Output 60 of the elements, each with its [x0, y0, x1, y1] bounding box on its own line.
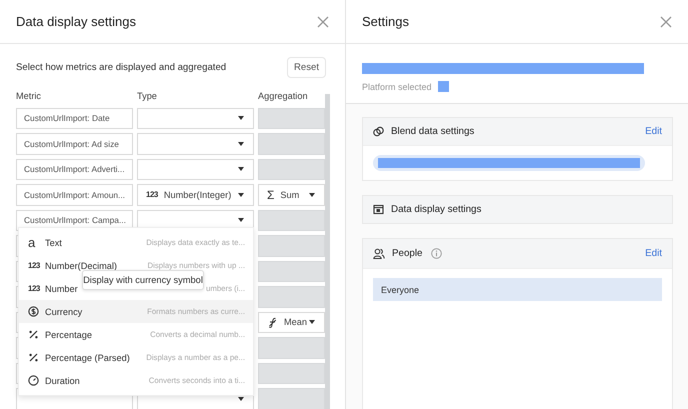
metric-field[interactable]: CustomUrlImport: Ad size [16, 133, 133, 154]
metric-field[interactable]: CustomUrlImport: Adverti... [16, 158, 133, 180]
caret-icon [238, 192, 244, 197]
card-title: Blend data settings [391, 126, 474, 137]
menu-item-label: Currency [45, 306, 82, 316]
aggregation-value: Sum [280, 190, 300, 200]
source-chip[interactable] [373, 155, 645, 171]
clock-icon [28, 375, 39, 386]
edit-link[interactable]: Edit [645, 248, 662, 259]
card-title: People [392, 248, 423, 259]
card-title: Data display settings [391, 204, 482, 215]
panel-title: Data display settings [16, 14, 136, 29]
caret-icon [238, 116, 244, 120]
letter-icon: a [28, 235, 36, 250]
type-value: Number(Integer) [164, 190, 232, 200]
menu-item-label: Percentage [45, 330, 92, 340]
column-header: Metric [16, 90, 42, 102]
number-icon: 123 [28, 261, 40, 270]
panel-title: Settings [362, 14, 409, 29]
caret-icon [238, 167, 244, 172]
menu-item-label: Percentage (Parsed) [45, 352, 130, 362]
menu-item-label: Number(Decimal) [45, 260, 117, 270]
caret-icon [309, 320, 315, 324]
reset-button[interactable]: Reset [286, 56, 326, 78]
people-icon [373, 248, 385, 259]
percent-icon [28, 352, 39, 363]
sigma-icon: Σ [267, 188, 274, 202]
type-dropdown[interactable] [137, 133, 254, 154]
column-header: Type [137, 90, 158, 103]
redacted-bar [438, 81, 449, 92]
metric-field[interactable]: CustomUrlImport: Amoun... [16, 184, 133, 206]
menu-item-label: Duration [45, 376, 80, 386]
caret-icon [309, 192, 315, 197]
type-dropdown[interactable]: 123 Number(Integer) [137, 184, 254, 206]
number-icon: 123 [28, 284, 40, 293]
aggregation-dropdown[interactable]: Σ Sum [258, 184, 325, 206]
instruction-text: Select how metrics are displayed and aggregated [16, 62, 226, 72]
number-icon: 123 [146, 190, 158, 200]
function-icon [267, 316, 278, 328]
column-header: Aggregation [258, 90, 309, 103]
platform-label: Platform selected [362, 82, 432, 92]
percent-icon [28, 329, 39, 340]
aggregation-dropdown[interactable]: Mean [258, 312, 325, 333]
aggregation-value: Mean [284, 317, 307, 328]
list-item[interactable]: Everyone [373, 278, 662, 301]
table-icon [373, 204, 384, 215]
metric-field[interactable]: CustomUrlImport: Date [16, 108, 133, 129]
close-icon[interactable] [317, 16, 329, 28]
link-icon [373, 126, 384, 137]
tooltip: Display with currency symbol [82, 270, 204, 290]
menu-item-label: Text [45, 238, 62, 248]
scrollbar[interactable] [325, 94, 330, 409]
caret-icon [238, 142, 244, 146]
edit-link[interactable]: Edit [645, 126, 662, 137]
caret-icon [238, 218, 244, 222]
close-icon[interactable] [660, 16, 672, 28]
dollar-icon [28, 306, 39, 317]
menu-item-label: Number [45, 284, 78, 294]
type-dropdown[interactable] [137, 158, 254, 180]
type-dropdown[interactable] [137, 108, 254, 129]
